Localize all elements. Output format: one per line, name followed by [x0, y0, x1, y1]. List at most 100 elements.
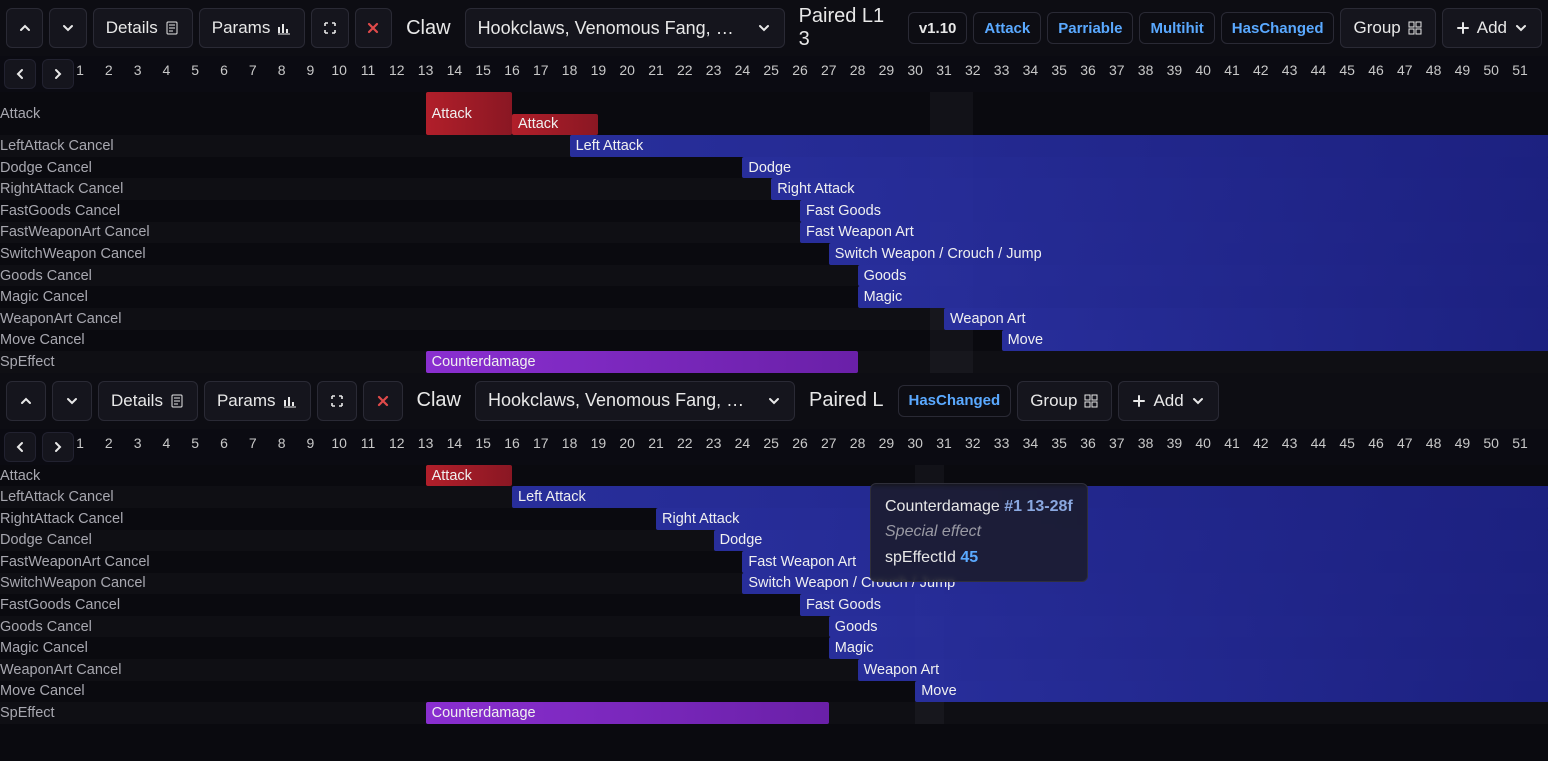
move-down-button[interactable] [52, 381, 92, 421]
group-button[interactable]: Group [1017, 381, 1112, 421]
timeline-row: FastGoods CancelFast Goods [0, 594, 1548, 616]
move-up-button[interactable] [6, 8, 43, 48]
weapon-dropdown[interactable]: Hookclaws, Venomous Fang, Blo... [465, 8, 785, 48]
details-label: Details [106, 18, 158, 38]
scroll-left-button[interactable] [4, 59, 36, 89]
timeline-bar[interactable]: Counterdamage [426, 351, 858, 373]
timeline-bar[interactable]: Attack [426, 92, 512, 135]
ruler-tick: 9 [306, 435, 314, 451]
timeline-bar[interactable]: Fast Goods [800, 594, 1548, 616]
chevron-down-icon [1190, 393, 1206, 409]
close-button[interactable] [355, 8, 392, 48]
ruler-tick: 22 [677, 62, 693, 78]
timeline-bar[interactable]: Attack [512, 114, 598, 136]
timeline-bar[interactable]: Move [915, 681, 1548, 703]
move-up-button[interactable] [6, 381, 46, 421]
ruler-tick: 35 [1051, 435, 1067, 451]
group-button[interactable]: Group [1340, 8, 1435, 48]
timeline-bar[interactable]: Move [1002, 330, 1548, 352]
scroll-right-button[interactable] [42, 59, 74, 89]
timeline-row: WeaponArt CancelWeapon Art [0, 308, 1548, 330]
row-label: SwitchWeapon Cancel [0, 243, 152, 265]
row-label: Goods Cancel [0, 265, 98, 287]
timeline-row: LeftAttack CancelLeft Attack [0, 486, 1548, 508]
frame-ruler[interactable]: 1234567891011121314151617181920212223242… [80, 429, 1548, 465]
timeline-row: Dodge CancelDodge [0, 530, 1548, 552]
weapon-dropdown[interactable]: Hookclaws, Venomous Fang, Blo... [475, 381, 795, 421]
ruler-tick: 26 [792, 62, 808, 78]
timeline-bar[interactable]: Dodge [742, 157, 1548, 179]
ruler-tick: 29 [879, 435, 895, 451]
ruler-tick: 44 [1311, 62, 1327, 78]
tag[interactable]: HasChanged [898, 385, 1012, 417]
tag[interactable]: Parriable [1047, 12, 1133, 44]
ruler-tick: 32 [965, 62, 981, 78]
tag[interactable]: v1.10 [908, 12, 968, 44]
timeline-bar[interactable]: Fast Weapon Art [742, 551, 1548, 573]
ruler-tick: 6 [220, 62, 228, 78]
group-label: Group [1030, 391, 1077, 411]
timeline-bar[interactable]: Fast Weapon Art [800, 222, 1548, 244]
ruler-tick: 27 [821, 435, 837, 451]
timeline-bar[interactable]: Goods [858, 265, 1548, 287]
ruler-tick: 5 [191, 435, 199, 451]
timeline-row: FastWeaponArt CancelFast Weapon Art [0, 551, 1548, 573]
details-button[interactable]: Details [98, 381, 198, 421]
timeline-bar[interactable]: Fast Goods [800, 200, 1548, 222]
ruler-tick: 28 [850, 435, 866, 451]
timeline-bar[interactable]: Dodge [714, 530, 1548, 552]
ruler-tick: 49 [1455, 435, 1471, 451]
row-label: Magic Cancel [0, 637, 94, 659]
timeline-bar[interactable]: Counterdamage [426, 702, 829, 724]
ruler-tick: 51 [1512, 435, 1528, 451]
timeline-bar[interactable]: Weapon Art [858, 659, 1548, 681]
ruler-tick: 32 [965, 435, 981, 451]
timeline-bar[interactable]: Weapon Art [944, 308, 1548, 330]
tag[interactable]: Multihit [1139, 12, 1214, 44]
ruler-tick: 8 [278, 435, 286, 451]
row-label: FastWeaponArt Cancel [0, 222, 156, 244]
ruler-tick: 38 [1138, 435, 1154, 451]
add-button[interactable]: Add [1118, 381, 1218, 421]
timeline-bar[interactable]: Switch Weapon / Crouch / Jump [829, 243, 1548, 265]
params-button[interactable]: Params [204, 381, 311, 421]
ruler-tick: 51 [1512, 62, 1528, 78]
row-label: Attack [0, 92, 46, 135]
timeline-bar[interactable]: Goods [829, 616, 1548, 638]
doc-icon [164, 20, 180, 36]
timeline-bar[interactable]: Left Attack [570, 135, 1548, 157]
move-down-button[interactable] [49, 8, 86, 48]
add-button[interactable]: Add [1442, 8, 1542, 48]
ruler-tick: 4 [162, 62, 170, 78]
timeline-row: Magic CancelMagic [0, 286, 1548, 308]
ruler-tick: 40 [1195, 62, 1211, 78]
ruler-tick: 45 [1339, 435, 1355, 451]
timeline-bar[interactable]: Right Attack [656, 508, 1548, 530]
scroll-right-button[interactable] [42, 432, 74, 462]
ruler-tick: 47 [1397, 435, 1413, 451]
timeline-bar[interactable]: Attack [426, 465, 512, 487]
timeline-row: SpEffectCounterdamage [0, 702, 1548, 724]
weapon-class-label: Claw [409, 389, 469, 412]
timeline-row: Magic Cancel Magic [0, 637, 1548, 659]
timeline-row: AttackAttack [0, 465, 1548, 487]
details-button[interactable]: Details [93, 8, 193, 48]
ruler-tick: 14 [447, 62, 463, 78]
tag[interactable]: HasChanged [1221, 12, 1335, 44]
timeline-row: RightAttack CancelRight Attack [0, 508, 1548, 530]
tooltip-param-val: 45 [960, 549, 978, 566]
ruler-tick: 34 [1023, 62, 1039, 78]
scroll-left-button[interactable] [4, 432, 36, 462]
tag[interactable]: Attack [973, 12, 1041, 44]
chart-icon [282, 393, 298, 409]
timeline-bar[interactable]: Magic [829, 637, 1548, 659]
close-button[interactable] [363, 381, 403, 421]
timeline-bar[interactable]: Magic [858, 286, 1548, 308]
frame-ruler[interactable]: 1234567891011121314151617181920212223242… [80, 56, 1548, 92]
collapse-button[interactable] [311, 8, 348, 48]
timeline-row: Dodge CancelDodge [0, 157, 1548, 179]
params-button[interactable]: Params [199, 8, 306, 48]
collapse-button[interactable] [317, 381, 357, 421]
timeline-bar[interactable]: Right Attack [771, 178, 1548, 200]
timeline-bar[interactable]: Switch Weapon / Crouch / Jump [742, 573, 1548, 595]
